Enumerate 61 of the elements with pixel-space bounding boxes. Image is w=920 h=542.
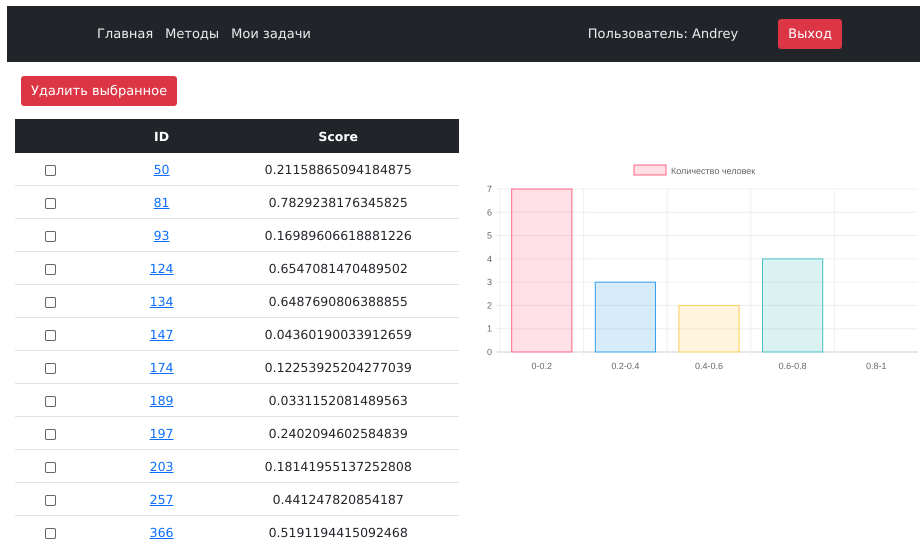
id-link[interactable]: 197 [150, 426, 174, 440]
id-link[interactable]: 203 [150, 458, 174, 474]
id-link[interactable]: 189 [150, 392, 174, 408]
y-tick-label: 1 [486, 324, 492, 334]
bar [594, 282, 656, 352]
y-tick-label: 2 [486, 300, 492, 310]
score-value: 0.6547081470489502 [268, 260, 408, 276]
column-header: Score [217, 119, 459, 153]
checkbox[interactable] [45, 494, 56, 506]
delete-selected-button[interactable]: Удалить выбранное [21, 76, 178, 106]
checkbox[interactable] [45, 428, 56, 440]
score-value: 0.6487690806388855 [268, 294, 408, 308]
checkbox[interactable] [45, 528, 56, 539]
id-link[interactable]: 50 [154, 162, 170, 176]
score-value: 0.0331152081489563 [268, 392, 408, 408]
checkbox[interactable] [45, 198, 56, 209]
score-value: 0.16989606618881226 [264, 228, 412, 242]
score-value: 0.12253925204277039 [264, 360, 412, 374]
id-link[interactable]: 134 [150, 294, 174, 308]
id-link[interactable]: 81 [154, 194, 170, 210]
score-value: 0.18141955137252808 [264, 458, 412, 474]
id-link[interactable]: 124 [150, 260, 174, 276]
x-tick-label: 0.6-0.8 [778, 361, 807, 371]
score-value: 0.7829238176345825 [268, 194, 408, 210]
nav-link[interactable]: Методы [165, 26, 220, 42]
id-link[interactable]: 257 [150, 492, 174, 506]
y-tick-label: 7 [486, 184, 492, 194]
x-tick-label: 0.4-0.6 [694, 361, 724, 371]
checkbox[interactable] [45, 396, 56, 407]
y-tick-label: 3 [486, 277, 492, 288]
id-link[interactable]: 366 [150, 524, 174, 540]
y-tick-label: 5 [486, 230, 492, 241]
checkbox[interactable] [45, 230, 56, 242]
x-tick-label: 0.8-1 [866, 361, 886, 371]
nav-link[interactable]: Главная [97, 26, 154, 42]
checkbox[interactable] [45, 296, 56, 308]
nav-link[interactable]: Мои задачи [231, 26, 311, 42]
checkbox[interactable] [45, 264, 56, 275]
legend-label: Количество человек [671, 166, 756, 176]
score-value: 0.04360190033912659 [264, 326, 412, 342]
user-label: Пользователь: Andrey [588, 26, 738, 42]
logout-button[interactable]: Выход [778, 19, 842, 49]
column-header: ID [106, 119, 218, 153]
x-tick-label: 0-0.2 [532, 361, 552, 371]
y-tick-label: 0 [486, 347, 492, 357]
checkbox[interactable] [45, 330, 56, 341]
checkbox[interactable] [45, 462, 56, 473]
score-value: 0.2402094602584839 [268, 426, 408, 440]
y-tick-label: 4 [486, 254, 492, 264]
chart-legend: Количество человек [634, 164, 756, 176]
checkbox[interactable] [45, 362, 56, 374]
id-link[interactable]: 147 [150, 326, 174, 342]
score-value: 0.21158865094184875 [264, 162, 412, 176]
x-tick-label: 0.2-0.4 [611, 361, 640, 371]
bar [678, 304, 740, 352]
id-link[interactable]: 174 [150, 360, 174, 374]
y-tick-label: 6 [486, 207, 492, 218]
checkbox[interactable] [45, 164, 56, 176]
id-link[interactable]: 93 [154, 228, 170, 242]
score-value: 0.441247820854187 [272, 492, 404, 506]
score-value: 0.5191194415092468 [268, 524, 408, 540]
